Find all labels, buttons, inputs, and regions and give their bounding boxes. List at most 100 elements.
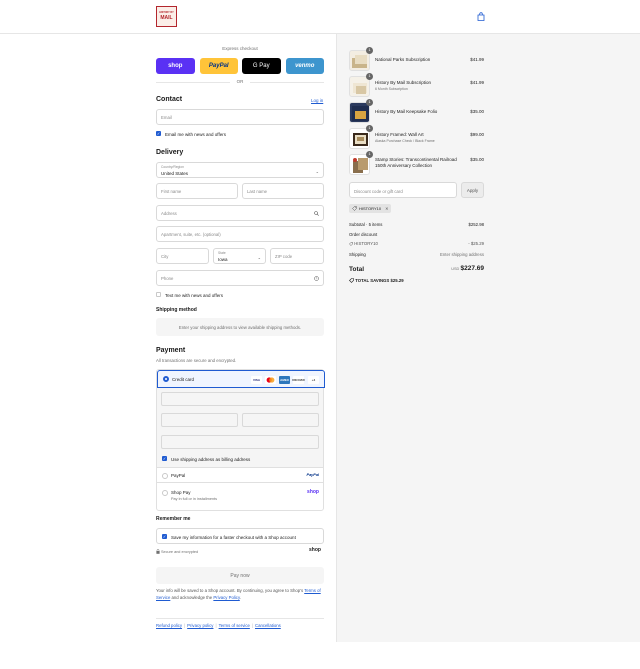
terms-of-service-footer-link[interactable]: Terms of service [219,623,250,628]
order-summary-panel [336,34,640,642]
shop-pay-express-button[interactable]: shop [156,58,195,74]
item-quantity-badge: 1 [366,47,373,54]
search-icon [314,211,319,216]
email-field[interactable]: Email [156,109,324,125]
refund-policy-link[interactable]: Refund policy [156,623,182,628]
store-logo[interactable]: HISTORY BY MAIL [156,6,177,27]
state-select[interactable]: State Iowa ⌄ [213,248,266,264]
shipping-row: Shipping Enter shipping address [349,252,484,257]
applied-discount-chip: HISTORY10 ✕ [349,204,392,213]
more-cards-badge: +4 [308,376,319,384]
total-row: Total USD $227.69 [349,265,485,273]
billing-same-checkbox[interactable]: ✓ [162,456,167,461]
text-me-checkbox[interactable] [156,292,161,297]
shipping-method-notice: Enter your shipping address to view avai… [156,318,324,336]
city-field[interactable]: City [156,248,209,264]
remove-discount-icon[interactable]: ✕ [385,206,388,211]
discount-placeholder: Discount code or gift card [354,188,403,194]
expiration-field[interactable] [161,413,238,427]
shop-pay-logo: shop [307,489,319,495]
item-variant: 6 Month Subscription [375,87,408,91]
cancellations-link[interactable]: Cancellations [255,623,281,628]
credit-card-radio[interactable] [163,376,169,382]
phone-placeholder: Phone [161,276,174,281]
item-variant: Alaska Purchase Check / Black Frame [375,139,435,143]
header: HISTORY BY MAIL [0,0,640,34]
credit-card-option[interactable]: Credit card VISA AMEX DISCOVER +4 [157,370,325,388]
apply-discount-button[interactable]: Apply [461,182,484,198]
shop-pay-radio[interactable] [162,490,168,496]
venmo-express-button[interactable]: venmo [285,58,324,74]
express-checkout-label: Express checkout [222,46,258,51]
remember-me-box: ✓ Save my information for a faster check… [156,528,324,544]
paypal-logo: PayPal [306,473,319,477]
last-name-placeholder: Last name [247,189,268,194]
paypal-express-button[interactable]: PayPal [199,58,238,74]
text-me-label: Text me with news and offers [165,292,223,298]
newsletter-checkbox[interactable]: ✓ [156,131,161,136]
email-placeholder: Email [161,115,172,120]
payment-heading: Payment [156,347,186,354]
secure-label: Secure and encrypted [161,549,199,554]
zip-placeholder: ZIP code [275,254,293,259]
order-discount-row: Order discount [349,232,484,237]
country-value: United States [161,170,189,176]
lock-icon [156,549,160,554]
security-code-field[interactable] [242,413,319,427]
shop-pay-option[interactable]: Shop Pay Pay in full or in installments … [157,483,323,511]
order-discount-label: Order discount [349,232,378,237]
item-quantity-badge: 1 [366,99,373,106]
billing-same-label: Use shipping address as billing address [171,456,251,462]
first-name-field[interactable]: First name [156,183,238,199]
apartment-field[interactable]: Apartment, suite, etc. (optional) [156,226,324,242]
subtotal-row: Subtotal · 5 items $252.98 [349,222,484,227]
discount-amount: - $25.29 [468,241,484,246]
paypal-radio[interactable] [162,472,168,479]
item-price: $41.99 [470,80,484,85]
help-icon[interactable]: ? [314,276,319,281]
tag-icon [349,278,354,284]
discount-code-field[interactable]: Discount code or gift card [349,182,457,198]
delivery-heading: Delivery [156,149,184,156]
subtotal-label: Subtotal · 5 items [349,222,383,227]
phone-field[interactable]: Phone ? [156,270,324,286]
pay-now-button[interactable]: Pay now [156,567,324,584]
last-name-field[interactable]: Last name [242,183,324,199]
chevron-down-icon: ⌄ [315,169,319,174]
item-quantity-badge: 1 [366,125,373,132]
apartment-placeholder: Apartment, suite, etc. (optional) [161,232,221,237]
state-value: Iowa [218,256,228,262]
google-pay-express-button[interactable]: G Pay [242,58,281,74]
name-on-card-field[interactable] [161,435,319,449]
login-link[interactable]: Log in [311,98,323,103]
shopping-bag-icon[interactable] [477,12,485,21]
credit-card-label: Credit card [172,377,195,382]
shipping-method-heading: Shipping method [156,307,197,313]
paypal-label: PayPal [171,473,186,478]
privacy-policy-link[interactable]: Privacy Policy [213,595,239,600]
paypal-option[interactable]: PayPal PayPal [157,468,323,483]
state-label: State [218,251,226,255]
card-number-field[interactable] [161,392,319,406]
tag-icon [352,206,357,211]
fine-print-end: . [239,594,241,600]
total-value: $227.69 [460,265,485,272]
address-field[interactable]: Address [156,205,324,221]
country-select[interactable]: Country/Region United States ⌄ [156,162,324,178]
savings-label: TOTAL SAVINGS [355,278,390,283]
privacy-policy-footer-link[interactable]: Privacy policy [187,623,213,628]
mastercard-icon [265,376,276,384]
fine-print: Your info will be saved to a Shop accoun… [156,588,324,601]
fine-print-middle: and acknowledge the [171,594,213,600]
city-placeholder: City [161,254,169,259]
item-name: History By Mail Keepsake Folio [375,109,438,114]
shipping-label: Shipping [349,252,366,257]
total-label: Total [349,266,365,273]
save-info-checkbox[interactable]: ✓ [162,534,167,539]
item-price: $35.00 [470,157,484,162]
shop-pay-sublabel: Pay in full or in installments [171,497,218,501]
item-quantity-badge: 1 [366,73,373,80]
amex-icon: AMEX [279,376,290,384]
zip-field[interactable]: ZIP code [270,248,324,264]
applied-discount-code: HISTORY10 [359,206,382,211]
